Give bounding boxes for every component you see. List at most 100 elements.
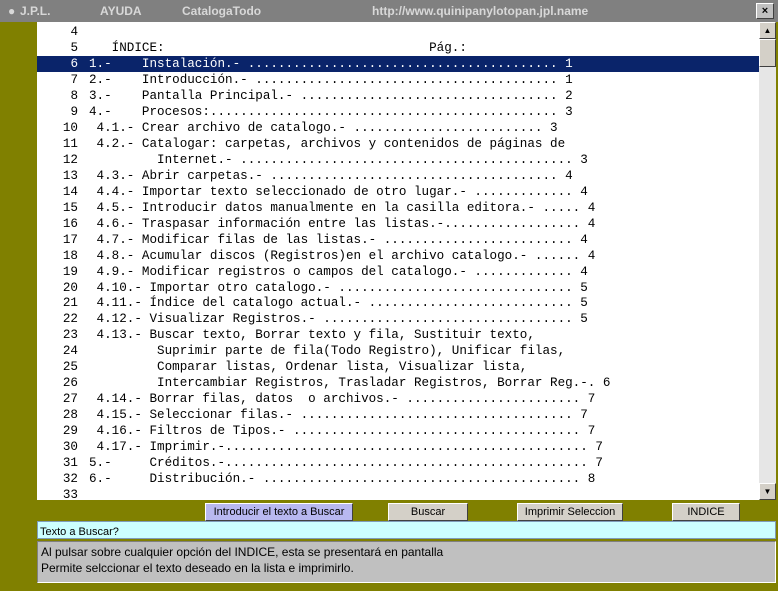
line-number: 26	[62, 376, 78, 391]
line-number: 23	[62, 328, 78, 343]
title-bar: ● J.P.L. AYUDA CatalogaTodo http://www.q…	[0, 0, 778, 22]
line-number: 9	[70, 104, 78, 119]
list-row[interactable]: 21 4.11.- Índice del catalogo actual.- .…	[37, 295, 759, 311]
list-row[interactable]: 31 5.- Créditos.-........................…	[37, 455, 759, 471]
line-text: 3.- Pantalla Principal.- ...............…	[89, 88, 573, 103]
index-button[interactable]: INDICE	[672, 503, 740, 521]
vertical-scrollbar[interactable]: ▲ ▼	[759, 22, 776, 500]
line-text: 4.9.- Modificar registros o campos del c…	[89, 264, 588, 279]
line-text: 6.- Distribución.- .....................…	[89, 472, 596, 487]
website-url[interactable]: http://www.quinipanylotopan.jpl.name	[372, 4, 588, 18]
list-row[interactable]: 29 4.16.- Filtros de Tipos.- ...........…	[37, 423, 759, 439]
list-row[interactable]: 19 4.9.- Modificar registros o campos de…	[37, 264, 759, 280]
list-row[interactable]: 6 1.- Instalación.- .....................…	[37, 55, 759, 72]
list-row[interactable]: 24 Suprimir parte de fila(Todo Registro)…	[37, 343, 759, 359]
list-row[interactable]: 5 ÍNDICE: Pág.:	[37, 40, 759, 56]
line-text: Internet.- .............................…	[89, 152, 588, 167]
list-row[interactable]: 23 4.13.- Buscar texto, Borrar texto y f…	[37, 327, 759, 343]
line-number: 32	[62, 472, 78, 487]
list-row[interactable]: 25 Comparar listas, Ordenar lista, Visua…	[37, 359, 759, 375]
line-text: 4.1.- Crear archivo de catalogo.- ......…	[89, 120, 558, 135]
line-number: 13	[62, 168, 78, 183]
line-text: 1.- Instalación.- ......................…	[89, 56, 573, 71]
line-number: 5	[70, 40, 78, 55]
app-name: J.P.L.	[20, 4, 51, 18]
search-input[interactable]	[38, 524, 742, 540]
line-number: 28	[62, 408, 78, 423]
search-field[interactable]	[37, 521, 776, 540]
line-text: 4.7.- Modificar filas de las listas.- ..…	[89, 232, 588, 247]
line-number: 17	[62, 232, 78, 247]
line-text: 4.4.- Importar texto seleccionado de otr…	[89, 184, 588, 199]
scroll-thumb[interactable]	[759, 39, 776, 67]
line-number: 18	[62, 248, 78, 263]
help-line-1: Al pulsar sobre cualquier opción del IND…	[41, 545, 444, 559]
line-text: Suprimir parte de fila(Todo Registro), U…	[89, 344, 566, 359]
enter-search-text-button[interactable]: Introducir el texto a Buscar	[205, 503, 353, 521]
list-row[interactable]: 20 4.10.- Importar otro catalogo.- .....…	[37, 280, 759, 296]
list-row[interactable]: 18 4.8.- Acumular discos (Registros)en e…	[37, 248, 759, 264]
line-text: 4.16.- Filtros de Tipos.- ..............…	[89, 424, 596, 439]
line-number: 7	[70, 72, 78, 87]
list-row[interactable]: 32 6.- Distribución.- ...................…	[37, 471, 759, 487]
line-number: 33	[62, 488, 78, 500]
list-row[interactable]: 16 4.6.- Traspasar información entre las…	[37, 216, 759, 232]
list-row[interactable]: 22 4.12.- Visualizar Registros.- .......…	[37, 311, 759, 327]
help-line-2: Permite selccionar el texto deseado en l…	[41, 561, 354, 575]
list-row[interactable]: 30 4.17.- Imprimir.-....................…	[37, 439, 759, 455]
line-number: 11	[62, 136, 78, 151]
line-text: 4.12.- Visualizar Registros.- ..........…	[89, 312, 588, 327]
line-text: 4.11.- Índice del catalogo actual.- ....…	[89, 296, 588, 311]
search-button[interactable]: Buscar	[388, 503, 468, 521]
line-text: 4.2.- Catalogar: carpetas, archivos y co…	[89, 136, 566, 151]
list-row[interactable]: 10 4.1.- Crear archivo de catalogo.- ...…	[37, 120, 759, 136]
scroll-down-icon[interactable]: ▼	[759, 483, 776, 500]
list-row[interactable]: 15 4.5.- Introducir datos manualmente en…	[37, 200, 759, 216]
line-text: 4.14.- Borrar filas, datos o archivos.- …	[89, 392, 596, 407]
line-text: 4.10.- Importar otro catalogo.- ........…	[89, 280, 588, 295]
line-text: 4.6.- Traspasar información entre las li…	[89, 216, 596, 231]
line-number: 31	[62, 456, 78, 471]
list-row[interactable]: 9 4.- Procesos:..........................…	[37, 104, 759, 120]
menu-help[interactable]: AYUDA	[100, 4, 142, 18]
line-number: 15	[62, 200, 78, 215]
list-row[interactable]: 11 4.2.- Catalogar: carpetas, archivos y…	[37, 136, 759, 152]
index-list[interactable]: 45 ÍNDICE: Pág.: 6 1.- Instalación.- .....…	[37, 22, 759, 500]
list-row[interactable]: 8 3.- Pantalla Principal.- ..............…	[37, 88, 759, 104]
line-number: 6	[70, 56, 78, 71]
scroll-up-icon[interactable]: ▲	[759, 22, 776, 39]
line-number: 10	[62, 120, 78, 135]
list-row[interactable]: 27 4.14.- Borrar filas, datos o archivos…	[37, 391, 759, 407]
line-text: 4.13.- Buscar texto, Borrar texto y fila…	[89, 328, 535, 343]
line-number: 4	[70, 25, 78, 39]
list-row[interactable]: 12 Internet.- ..........................…	[37, 152, 759, 168]
line-number: 21	[62, 296, 78, 311]
line-number: 14	[62, 184, 78, 199]
list-row[interactable]: 17 4.7.- Modificar filas de las listas.-…	[37, 232, 759, 248]
line-number: 12	[62, 152, 78, 167]
list-row[interactable]: 28 4.15.- Seleccionar filas.- ..........…	[37, 407, 759, 423]
line-number: 19	[62, 264, 78, 279]
list-row[interactable]: 33	[37, 487, 759, 500]
app-icon: ●	[8, 4, 16, 18]
list-row[interactable]: 14 4.4.- Importar texto seleccionado de …	[37, 184, 759, 200]
list-row[interactable]: 13 4.3.- Abrir carpetas.- ..............…	[37, 168, 759, 184]
print-selection-button[interactable]: Imprimir Seleccion	[517, 503, 623, 521]
line-number: 25	[62, 360, 78, 375]
line-number: 20	[62, 280, 78, 295]
line-text: 5.- Créditos.-..........................…	[89, 456, 603, 471]
line-text: 4.- Procesos:...........................…	[89, 104, 573, 119]
list-row[interactable]: 4	[37, 24, 759, 40]
line-number: 27	[62, 392, 78, 407]
line-text: 4.3.- Abrir carpetas.- .................…	[89, 168, 573, 183]
line-number: 16	[62, 216, 78, 231]
list-row[interactable]: 7 2.- Introducción.- ....................…	[37, 72, 759, 88]
close-button[interactable]: ×	[756, 3, 774, 19]
line-text: 4.15.- Seleccionar filas.- .............…	[89, 408, 588, 423]
document-name: CatalogaTodo	[182, 4, 262, 18]
line-text: 4.17.- Imprimir.-.......................…	[89, 440, 603, 455]
line-text: Intercambiar Registros, Trasladar Regist…	[89, 376, 611, 391]
line-number: 22	[62, 312, 78, 327]
list-row[interactable]: 26 Intercambiar Registros, Trasladar Reg…	[37, 375, 759, 391]
line-text: 2.- Introducción.- .....................…	[89, 72, 573, 87]
